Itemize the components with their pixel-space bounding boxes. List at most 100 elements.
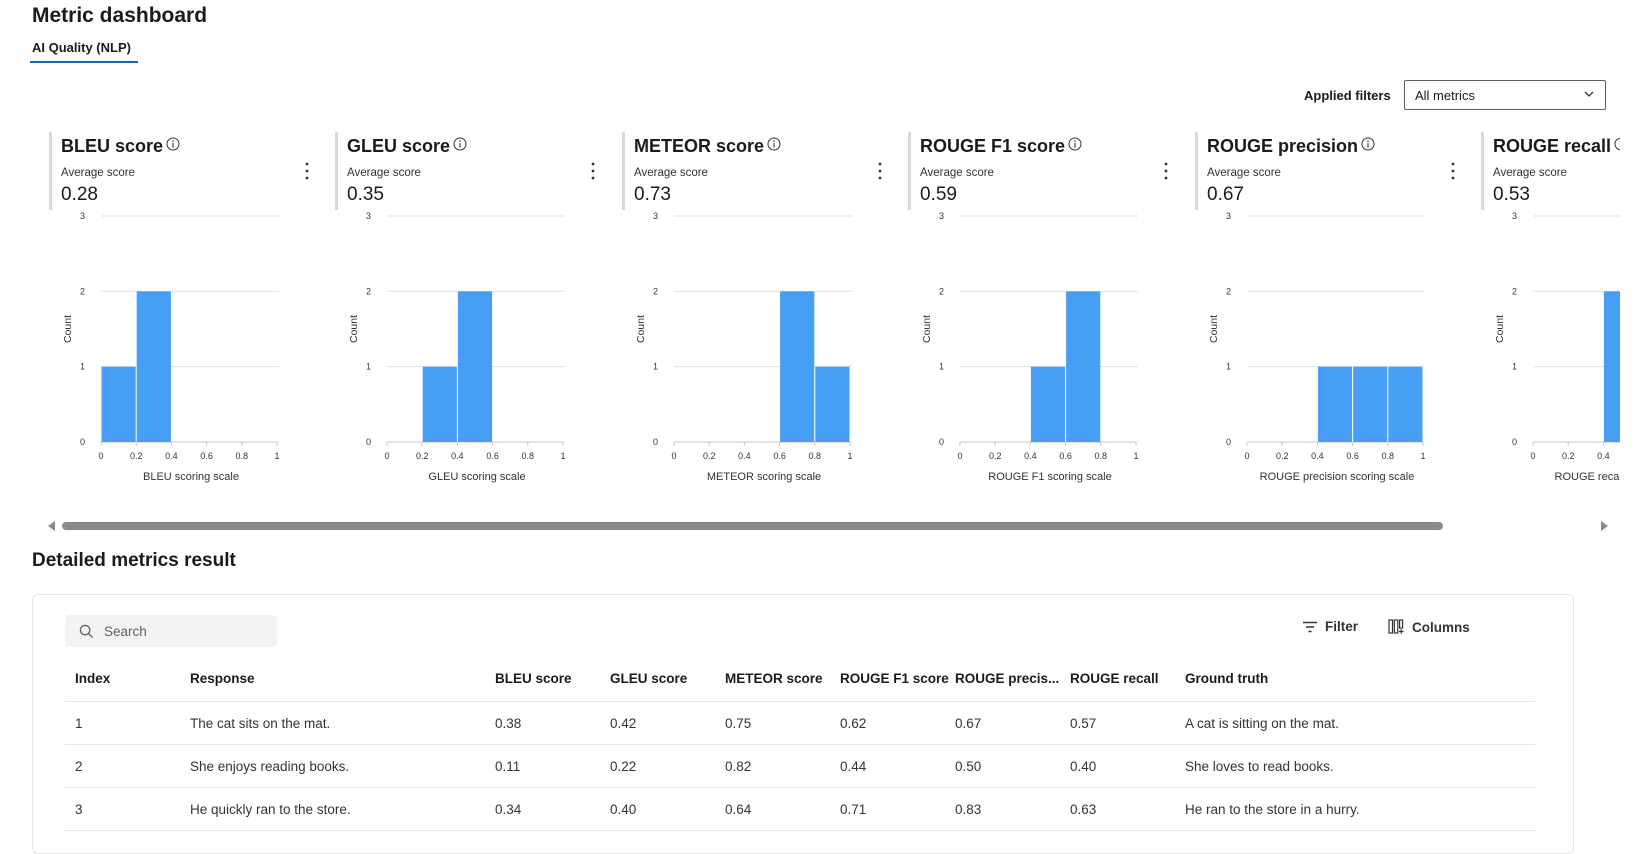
histogram-chart: 0 1 2 3 0 0.2 0.4 0.6 0.8 1 Count BLEU scoring scal… bbox=[62, 211, 280, 483]
histogram-bar[interactable] bbox=[1030, 366, 1066, 442]
more-options-icon[interactable] bbox=[874, 160, 886, 182]
column-header-response[interactable]: Response bbox=[190, 655, 480, 701]
x-axis-label: ROUGE F1 scoring scale bbox=[988, 471, 1111, 483]
metrics-filter-dropdown[interactable]: All metrics bbox=[1404, 80, 1606, 110]
x-tick-label: 0.6 bbox=[773, 451, 786, 461]
metric-card-title: ROUGE precision bbox=[1207, 136, 1375, 157]
more-options-icon[interactable] bbox=[587, 160, 599, 182]
card-accent-bar bbox=[335, 132, 338, 210]
card-accent-bar bbox=[1481, 132, 1484, 210]
histogram-bar[interactable] bbox=[1066, 291, 1101, 442]
info-icon[interactable] bbox=[1361, 137, 1375, 151]
x-tick-label: 0.4 bbox=[1311, 451, 1324, 461]
histogram-bar[interactable] bbox=[1603, 291, 1620, 442]
y-tick-label: 2 bbox=[80, 286, 85, 296]
more-options-icon[interactable] bbox=[1160, 160, 1172, 182]
metric-card: ROUGE recall Average score 0.53 0 1 2 3 0 0.2 0.4… bbox=[1481, 128, 1620, 510]
x-tick-label: 0.8 bbox=[236, 451, 249, 461]
table-row[interactable]: 3 He quickly ran to the store. 0.34 0.40… bbox=[65, 788, 1535, 831]
cards-horizontal-scrollbar[interactable] bbox=[44, 519, 1612, 533]
search-icon bbox=[79, 624, 94, 638]
search-input[interactable] bbox=[94, 622, 276, 640]
columns-button-label: Columns bbox=[1412, 619, 1470, 635]
average-score-value: 0.73 bbox=[634, 184, 671, 205]
metric-card-title: GLEU score bbox=[347, 136, 467, 157]
tab-ai-quality-nlp[interactable]: AI Quality (NLP) bbox=[32, 40, 131, 62]
search-box[interactable] bbox=[65, 615, 277, 647]
y-axis-label: Count bbox=[1494, 315, 1506, 343]
y-tick-label: 1 bbox=[939, 362, 944, 372]
metric-title-text: BLEU score bbox=[61, 136, 164, 156]
histogram-bar[interactable] bbox=[457, 291, 493, 442]
more-options-icon[interactable] bbox=[301, 160, 313, 182]
info-icon[interactable] bbox=[453, 137, 467, 151]
y-tick-label: 2 bbox=[1226, 286, 1231, 296]
metric-title-text: ROUGE recall bbox=[1493, 136, 1612, 156]
cell-rouge-precision: 0.67 bbox=[955, 715, 982, 731]
histogram-chart: 0 1 2 3 0 0.2 0.4 0.6 0.8 1 Count ROUGE F1 scoring … bbox=[921, 211, 1139, 483]
cell-rouge-recall: 0.57 bbox=[1070, 715, 1097, 731]
columns-icon bbox=[1388, 619, 1404, 634]
column-header-meteor[interactable]: METEOR score bbox=[725, 655, 835, 701]
x-tick-label: 0.2 bbox=[1276, 451, 1289, 461]
x-tick-label: 0.6 bbox=[1346, 451, 1359, 461]
metric-card: ROUGE precision Average score 0.67 0 1 2 3 0 0.2… bbox=[1195, 128, 1455, 510]
y-tick-label: 0 bbox=[1226, 437, 1231, 447]
table-row[interactable]: 2 She enjoys reading books. 0.11 0.22 0.… bbox=[65, 745, 1535, 788]
x-tick-label: 0.4 bbox=[738, 451, 751, 461]
y-axis-label: Count bbox=[1208, 315, 1220, 343]
metric-title-text: ROUGE precision bbox=[1207, 136, 1359, 156]
column-header-index[interactable]: Index bbox=[75, 655, 175, 701]
column-header-rouge-recall[interactable]: ROUGE recall bbox=[1070, 655, 1180, 701]
filter-button[interactable]: Filter bbox=[1303, 619, 1358, 634]
x-tick-label: 1 bbox=[847, 451, 852, 461]
y-axis-label: Count bbox=[635, 315, 647, 343]
histogram-bar[interactable] bbox=[1388, 366, 1423, 442]
more-options-icon[interactable] bbox=[1447, 160, 1459, 182]
y-tick-label: 0 bbox=[80, 437, 85, 447]
column-header-bleu[interactable]: BLEU score bbox=[495, 655, 605, 701]
average-score-label: Average score bbox=[1493, 167, 1567, 179]
histogram-bar[interactable] bbox=[1317, 366, 1353, 442]
x-tick-label: 0.2 bbox=[1562, 451, 1575, 461]
histogram-bar[interactable] bbox=[815, 366, 850, 442]
column-header-rouge-precision[interactable]: ROUGE precis... bbox=[955, 655, 1065, 701]
metric-card: METEOR score Average score 0.73 0 1 2 3 0 0.2 0.4… bbox=[622, 128, 882, 510]
average-score-label: Average score bbox=[347, 167, 421, 179]
column-header-rouge-f1[interactable]: ROUGE F1 score bbox=[840, 655, 950, 701]
scrollbar-thumb[interactable] bbox=[62, 522, 1443, 530]
columns-button[interactable]: Columns bbox=[1388, 619, 1470, 635]
histogram-bar[interactable] bbox=[101, 366, 136, 442]
histogram-bar[interactable] bbox=[780, 291, 815, 442]
average-score-label: Average score bbox=[61, 167, 135, 179]
average-score-value: 0.59 bbox=[920, 184, 957, 205]
histogram-bar[interactable] bbox=[136, 291, 171, 442]
info-icon[interactable] bbox=[1068, 137, 1082, 151]
scroll-right-arrow-icon[interactable] bbox=[1601, 521, 1608, 531]
cell-meteor: 0.82 bbox=[725, 758, 752, 774]
histogram-chart: 0 1 2 3 0 0.2 0.4 0.6 0.8 1 Count ROUGE precision s… bbox=[1208, 211, 1426, 483]
histogram-bar[interactable] bbox=[1353, 366, 1388, 442]
info-icon[interactable] bbox=[1614, 137, 1620, 151]
column-header-ground-truth[interactable]: Ground truth bbox=[1185, 655, 1525, 701]
histogram-bar[interactable] bbox=[422, 366, 457, 442]
info-icon[interactable] bbox=[166, 137, 180, 151]
metric-cards-carousel: BLEU score Average score 0.28 0 1 2 3 0 0.2 0.4 0.… bbox=[0, 128, 1620, 510]
scroll-left-arrow-icon[interactable] bbox=[48, 521, 55, 531]
y-tick-label: 1 bbox=[1226, 362, 1231, 372]
cell-bleu: 0.34 bbox=[495, 801, 522, 817]
y-tick-label: 0 bbox=[653, 437, 658, 447]
y-tick-label: 2 bbox=[1512, 286, 1517, 296]
table-header: Index Response BLEU score GLEU score MET… bbox=[65, 655, 1535, 702]
applied-filters-label: Applied filters bbox=[1304, 88, 1391, 103]
metric-card-title: BLEU score bbox=[61, 136, 180, 157]
y-tick-label: 3 bbox=[653, 211, 658, 221]
column-header-gleu[interactable]: GLEU score bbox=[610, 655, 720, 701]
cell-rouge-recall: 0.63 bbox=[1070, 801, 1097, 817]
y-tick-label: 1 bbox=[1512, 362, 1517, 372]
y-tick-label: 1 bbox=[80, 362, 85, 372]
info-icon[interactable] bbox=[767, 137, 781, 151]
x-tick-label: 0.6 bbox=[200, 451, 213, 461]
table-row[interactable]: 1 The cat sits on the mat. 0.38 0.42 0.7… bbox=[65, 702, 1535, 745]
cell-index: 2 bbox=[75, 758, 83, 774]
